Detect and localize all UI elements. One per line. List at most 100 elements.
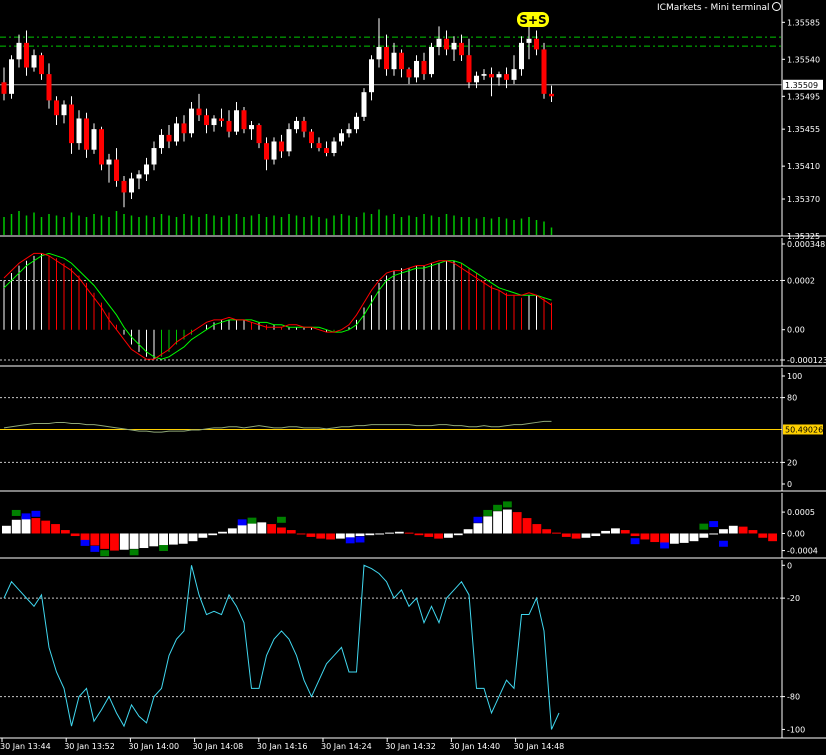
candle-body — [241, 110, 247, 130]
price-panel[interactable]: S+S — [0, 12, 782, 208]
candle-body — [271, 141, 277, 160]
osma-bar — [2, 525, 11, 534]
time-label: 30 Jan 14:24 — [321, 742, 372, 751]
wpr-panel[interactable] — [0, 564, 782, 730]
osma-bar — [394, 531, 404, 534]
candle-body — [166, 134, 172, 142]
candle-body — [9, 59, 14, 94]
candle-body — [69, 104, 74, 144]
osma-marker — [277, 516, 286, 523]
candle-body — [451, 42, 457, 50]
osma-marker — [473, 516, 483, 523]
osma-bar — [738, 526, 748, 534]
osma-bar — [581, 533, 591, 538]
osma-bar — [168, 533, 178, 545]
osma-bar — [316, 533, 326, 539]
osma-bar — [542, 529, 552, 534]
rsi-axis-label: 100 — [787, 372, 802, 381]
osma-bar — [100, 533, 110, 549]
macd-axis-label: 0.000348 — [787, 240, 825, 249]
candle-body — [16, 42, 22, 60]
osma-bar — [493, 511, 502, 534]
osma-bar — [660, 533, 669, 544]
current-price-label: 1.35509 — [785, 81, 818, 90]
osma-bar — [119, 533, 129, 550]
candle-body — [361, 92, 367, 117]
candle-body — [511, 69, 517, 80]
candle-body — [144, 164, 149, 175]
candle-body — [294, 120, 299, 130]
osma-marker — [11, 509, 21, 516]
osma-bar — [728, 525, 738, 534]
price-axis-label: 1.35370 — [787, 195, 820, 204]
osma-bar — [512, 512, 522, 534]
osma-bar — [532, 524, 542, 534]
osma-marker — [80, 539, 90, 546]
osma-bar — [110, 533, 119, 551]
time-label: 30 Jan 14:00 — [128, 742, 179, 751]
osma-bar — [335, 533, 345, 539]
candle-body — [256, 125, 262, 144]
candle-body — [429, 46, 434, 75]
time-label: 30 Jan 14:40 — [449, 742, 500, 751]
rsi-panel[interactable] — [0, 397, 782, 463]
rsi-axis-label: 20 — [787, 458, 797, 467]
osma-bar — [326, 533, 335, 540]
candle-body — [91, 129, 97, 150]
chart-canvas[interactable]: S+S 1.355851.355401.354951.354551.354101… — [0, 0, 826, 755]
osma-bar — [404, 532, 414, 534]
osma-marker — [21, 513, 31, 520]
candle-body — [369, 59, 374, 93]
osma-bar — [355, 533, 365, 537]
candle-body — [384, 46, 389, 70]
osma-bar — [11, 519, 21, 534]
osma-bar — [571, 533, 581, 539]
candle-body — [309, 131, 314, 144]
osma-bar — [709, 533, 719, 535]
time-label: 30 Jan 13:52 — [64, 742, 115, 751]
candle-body — [444, 38, 449, 50]
candle-body — [106, 159, 112, 165]
osma-panel[interactable] — [2, 501, 777, 557]
candle-body — [189, 108, 194, 134]
osma-marker — [493, 504, 502, 511]
osma-bar — [218, 531, 227, 534]
rsi-line — [3, 420, 552, 433]
osma-bar — [473, 523, 483, 534]
osma-bar — [414, 533, 424, 536]
macd-axis-label: 0.0002 — [787, 276, 815, 285]
osma-bar — [345, 533, 355, 538]
rsi-value-label: 50.49026 — [785, 425, 823, 434]
candle-body — [159, 134, 164, 149]
price-axes: 1.35585 1.35540 1.35495 1.35455 1.35410 1.353… — [0, 0, 826, 739]
osma-bar — [188, 533, 198, 542]
osma-bar — [296, 533, 306, 535]
candle-body — [99, 129, 104, 165]
candle-body — [76, 118, 82, 144]
osma-bar — [748, 530, 758, 534]
candle-body — [181, 123, 187, 134]
candle-body — [226, 120, 232, 132]
candle-body — [301, 120, 307, 132]
osma-bar — [60, 530, 70, 534]
candle-body — [114, 159, 119, 181]
osma-bar — [247, 523, 257, 534]
osma-bar — [375, 533, 385, 535]
osma-marker — [719, 540, 728, 547]
osma-bar — [139, 533, 149, 549]
wpr-axis-label: 0 — [787, 561, 792, 570]
time-label: 30 Jan 13:44 — [0, 742, 51, 751]
osma-bar — [483, 516, 493, 534]
candle-body — [504, 74, 509, 80]
osma-bar — [365, 533, 375, 536]
candle-body — [496, 74, 502, 78]
osma-bar — [463, 529, 473, 534]
candle-body — [391, 52, 397, 70]
osma-bar — [267, 524, 277, 534]
osma-marker — [159, 545, 168, 552]
macd-panel[interactable] — [0, 252, 782, 361]
time-label: 30 Jan 14:16 — [257, 742, 308, 751]
candle-body — [354, 116, 359, 130]
wpr-axis-label: -20 — [787, 594, 800, 603]
candle-body — [31, 55, 37, 68]
